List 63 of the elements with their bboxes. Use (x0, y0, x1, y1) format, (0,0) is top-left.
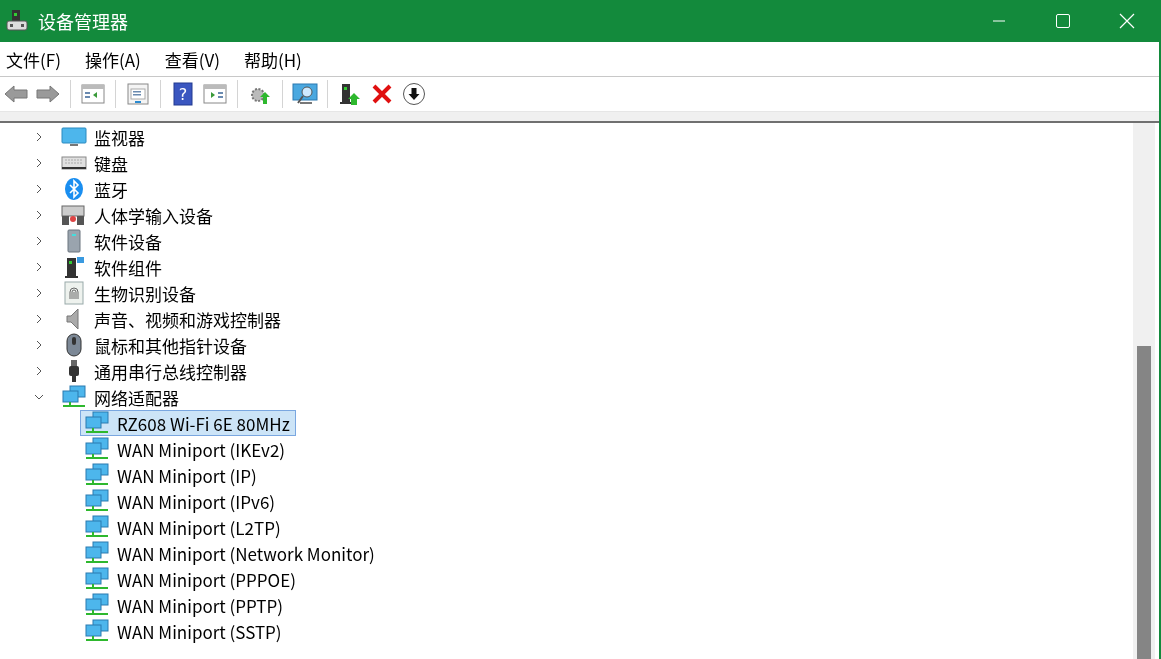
menu-item[interactable]: 操作(A) (78, 42, 147, 76)
expand-chevron-icon[interactable] (34, 210, 44, 220)
expand-chevron-icon[interactable] (34, 132, 44, 142)
network-icon (84, 437, 110, 461)
properties-icon (126, 82, 150, 106)
tree-item[interactable]: RZ608 Wi-Fi 6E 80MHz (80, 410, 296, 436)
tree-item[interactable]: 鼠标和其他指针设备 (57, 332, 253, 358)
network-icon (84, 541, 110, 565)
network-icon (61, 385, 87, 409)
tree-item[interactable]: 蓝牙 (57, 176, 134, 202)
network-icon (84, 619, 110, 643)
expand-chevron-icon[interactable] (34, 340, 44, 350)
tree-item[interactable]: 网络适配器 (57, 384, 185, 410)
tree-item[interactable]: 软件组件 (57, 254, 168, 280)
tree-item[interactable]: 软件设备 (57, 228, 168, 254)
monitor-icon (61, 125, 87, 149)
tree-item[interactable]: WAN Miniport (PPPOE) (80, 566, 302, 592)
expand-chevron-icon[interactable] (34, 288, 44, 298)
menu-item[interactable]: 查看(V) (158, 42, 226, 76)
back-arrow-icon (4, 84, 28, 104)
device-upload-icon (339, 82, 361, 106)
menu-item[interactable]: 文件(F) (0, 42, 67, 76)
expand-chevron-icon[interactable] (34, 236, 44, 246)
expand-chevron-icon[interactable] (34, 366, 44, 376)
toolbar-button[interactable]: ? (167, 78, 199, 110)
x-mark-icon (371, 83, 393, 105)
tree-item[interactable]: WAN Miniport (L2TP) (80, 514, 287, 540)
tree-item[interactable]: 人体学输入设备 (57, 202, 219, 228)
window-title: 设备管理器 (38, 8, 128, 34)
console-tree-icon (81, 83, 105, 105)
tree-item[interactable]: 键盘 (57, 150, 134, 176)
network-icon (84, 593, 110, 617)
network-icon (84, 463, 110, 487)
tree-item[interactable]: 监视器 (57, 124, 151, 150)
down-arrow-circle-icon (402, 82, 426, 106)
maximize-icon (1056, 14, 1070, 28)
device-manager-icon (4, 9, 30, 33)
tree-item[interactable]: WAN Miniport (PPTP) (80, 592, 290, 618)
tree-item[interactable]: WAN Miniport (IP) (80, 462, 263, 488)
keyboard-joystick-icon (61, 203, 87, 227)
network-icon (84, 515, 110, 539)
tree-item[interactable]: WAN Miniport (IPv6) (80, 488, 282, 514)
forward-arrow-icon (36, 84, 60, 104)
action-pane-icon (203, 83, 227, 105)
network-icon (84, 411, 110, 435)
tree-item[interactable]: WAN Miniport (Network Monitor) (80, 540, 381, 566)
tree-item[interactable]: WAN Miniport (IKEv2) (80, 436, 292, 462)
help-icon: ? (173, 82, 193, 106)
expand-chevron-icon[interactable] (34, 262, 44, 272)
tree-item[interactable]: 生物识别设备 (57, 280, 202, 306)
monitor-magnifier-icon (292, 82, 318, 106)
expand-chevron-icon[interactable] (34, 392, 44, 402)
expand-chevron-icon[interactable] (34, 184, 44, 194)
expand-chevron-icon[interactable] (34, 158, 44, 168)
network-icon (84, 567, 110, 591)
tree-item[interactable]: 声音、视频和游戏控制器 (57, 306, 287, 332)
scrollbar-thumb[interactable] (1137, 346, 1151, 659)
tree-item[interactable]: WAN Miniport (SSTP) (80, 618, 288, 644)
network-icon (84, 489, 110, 513)
expand-chevron-icon[interactable] (34, 314, 44, 324)
tree-item[interactable]: 通用串行总线控制器 (57, 358, 253, 384)
close-icon (1119, 13, 1135, 29)
menu-item[interactable]: 帮助(H) (238, 42, 308, 76)
